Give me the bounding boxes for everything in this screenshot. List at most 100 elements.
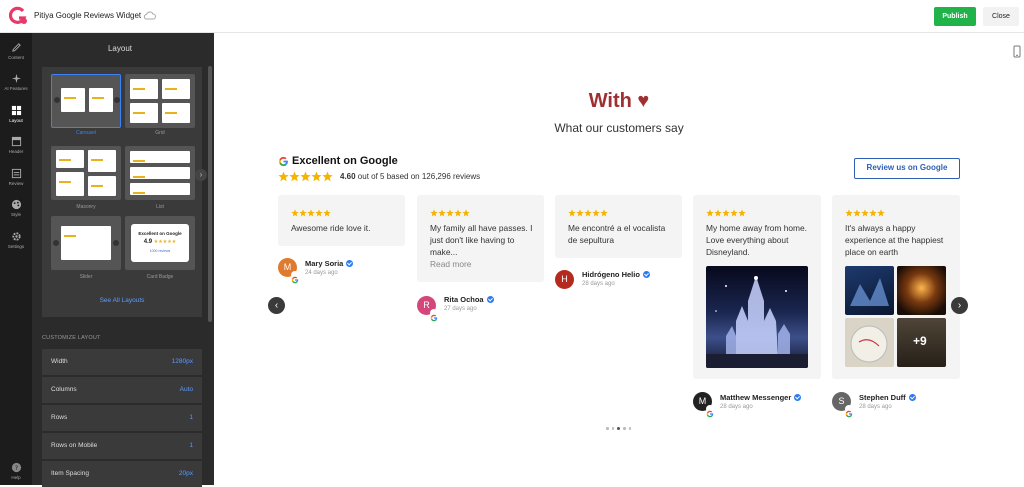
star-icon	[861, 209, 869, 217]
review-photo-castle[interactable]	[706, 266, 808, 368]
setting-rows-on-mobile[interactable]: Rows on Mobile 1	[42, 433, 202, 459]
pagination-dot[interactable]	[611, 427, 614, 430]
cloud-saved-icon	[143, 11, 156, 20]
review-text: Me encontré a el vocalista de sepultura	[568, 223, 666, 245]
verified-icon	[486, 296, 494, 303]
layout-options: Carousel Grid Masonry List Slider Excell…	[42, 67, 202, 317]
review-date: 27 days ago	[444, 306, 477, 312]
panel-scrollbar[interactable]	[208, 66, 212, 322]
rail-item-help[interactable]: ? Help	[0, 456, 32, 486]
layout-option-grid[interactable]	[125, 74, 195, 128]
mobile-preview-icon[interactable]	[1012, 45, 1022, 58]
review-date: 28 days ago	[720, 404, 753, 410]
layout-label-card-badge: Card Badge	[146, 274, 174, 280]
rail-item-layout[interactable]: Layout	[0, 99, 32, 129]
panel-next-icon[interactable]: ›	[195, 169, 207, 181]
rail-item-ai-features[interactable]: AI Features	[0, 67, 32, 97]
setting-rows[interactable]: Rows 1	[42, 405, 202, 431]
review-author: Rita Ochoa	[444, 295, 494, 304]
star-icon	[706, 209, 714, 217]
star-icon	[300, 171, 311, 182]
pagination-dot[interactable]	[606, 427, 609, 430]
setting-columns[interactable]: Columns Auto	[42, 377, 202, 403]
review-stars	[430, 209, 470, 217]
pagination-dot[interactable]	[628, 427, 631, 430]
star-icon	[311, 171, 322, 182]
rail-item-header[interactable]: Header	[0, 130, 32, 160]
setting-width[interactable]: Width 1280px	[42, 349, 202, 375]
layout-grid-icon	[11, 105, 21, 116]
setting-item-spacing[interactable]: Item Spacing 20px	[42, 461, 202, 487]
review-author: Mary Soria	[305, 259, 354, 268]
see-all-layouts-link[interactable]: See All Layouts	[42, 297, 202, 304]
layout-label-grid: Grid	[155, 130, 165, 136]
review-card: Me encontré a el vocalista de sepultura	[555, 195, 682, 258]
star-icon	[722, 209, 730, 217]
review-us-button[interactable]: Review us on Google	[854, 158, 960, 179]
star-icon	[738, 209, 746, 217]
layout-option-card-badge[interactable]: Excellent on Google 4.9 ★★★★★ 1000 revie…	[125, 216, 195, 270]
summary-stars	[278, 171, 333, 182]
carousel-next-button[interactable]: ›	[951, 297, 968, 314]
google-badge-icon	[291, 271, 299, 284]
review-stars	[291, 209, 331, 217]
star-icon	[576, 209, 584, 217]
carousel-pagination	[606, 427, 631, 430]
star-icon	[322, 171, 333, 182]
pencil-icon	[11, 43, 21, 52]
review-photo-3[interactable]	[845, 318, 894, 367]
app-logo-icon	[8, 6, 27, 24]
carousel-prev-button[interactable]: ‹	[268, 297, 285, 314]
star-icon	[315, 209, 323, 217]
layout-option-slider[interactable]	[51, 216, 121, 270]
rail-item-content[interactable]: Content	[0, 36, 32, 66]
review-photo-4[interactable]: +9	[897, 318, 946, 367]
carousel-next-icon	[114, 97, 120, 103]
widget-heading: With ♥	[588, 90, 650, 112]
rail-item-review[interactable]: Review	[0, 162, 32, 192]
app-title: Pitiya Google Reviews Widget	[34, 11, 142, 20]
summary-rating-text: 4.60 out of 5 based on 126,296 reviews	[340, 172, 481, 181]
review-card: My home away from home. Love everything …	[693, 195, 821, 379]
read-more-link[interactable]: Read more	[430, 259, 471, 269]
review-date: 28 days ago	[582, 281, 615, 287]
layout-option-carousel[interactable]	[51, 74, 121, 128]
review-card: Awesome ride love it.	[278, 195, 405, 246]
verified-icon	[908, 394, 916, 401]
star-icon	[568, 209, 576, 217]
layout-label-carousel: Carousel	[75, 130, 96, 136]
castle-image	[706, 276, 808, 368]
badge-preview-rating: 4.9	[143, 239, 153, 245]
review-icon	[11, 168, 21, 179]
preview-canvas: With ♥ What our customers say Excellent …	[214, 33, 1024, 485]
customize-layout-title: CUSTOMIZE LAYOUT	[42, 335, 101, 341]
pagination-dot[interactable]	[623, 427, 626, 430]
help-icon: ?	[11, 462, 21, 473]
publish-button[interactable]: Publish	[934, 7, 976, 26]
layout-option-list[interactable]	[125, 146, 195, 200]
close-button[interactable]: Close	[983, 7, 1019, 26]
verified-icon	[642, 271, 650, 278]
star-icon	[869, 209, 877, 217]
review-photo-2[interactable]	[897, 266, 946, 315]
review-stars	[845, 209, 885, 217]
pagination-dot-active[interactable]	[617, 427, 620, 430]
star-icon	[446, 209, 454, 217]
star-icon	[600, 209, 608, 217]
review-text: My home away from home. Love everything …	[706, 223, 807, 257]
review-author: Matthew Messenger	[720, 393, 802, 402]
review-card: My family all have passes. I just don't …	[417, 195, 544, 282]
star-icon	[845, 209, 853, 217]
google-badge-icon	[706, 405, 714, 418]
star-icon	[592, 209, 600, 217]
google-icon	[278, 156, 288, 167]
more-photos-count: +9	[913, 334, 927, 348]
rail-item-settings[interactable]: Settings	[0, 225, 32, 255]
carousel-prev-icon	[54, 97, 60, 103]
layout-option-masonry[interactable]	[51, 146, 121, 200]
layout-panel: Layout Carousel Grid Masonry List Slider…	[32, 33, 214, 487]
review-photo-1[interactable]	[845, 266, 894, 315]
rail-item-style[interactable]: Style	[0, 193, 32, 223]
verified-icon	[346, 260, 354, 267]
layout-label-list: List	[156, 204, 164, 210]
